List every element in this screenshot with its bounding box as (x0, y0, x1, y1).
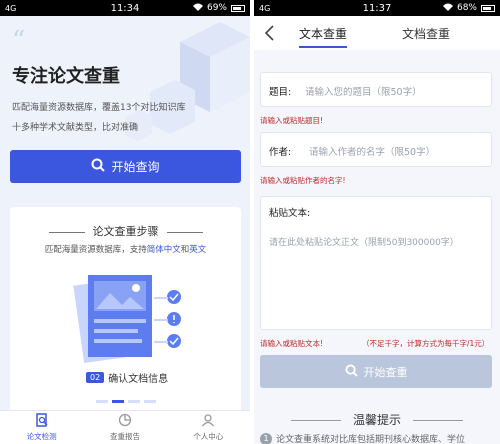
status-bar: 4G 11:37 68% (254, 0, 500, 16)
carousel-dot-active[interactable] (112, 400, 124, 403)
carousel-indicator[interactable] (96, 400, 156, 403)
title-field[interactable]: 题目: 请输入您的题目（限50字） (260, 72, 492, 107)
search-icon (344, 363, 358, 380)
step-label: 确认文档信息 (108, 374, 169, 385)
step-number-badge: 02 (86, 372, 105, 383)
tips-title: 温馨提示 (254, 411, 500, 428)
text-input[interactable]: 请在此处粘贴论文正文（限制50到300000字） (269, 235, 459, 248)
carousel-dot[interactable] (128, 400, 140, 403)
author-error: 请输入或粘贴作者的名字! (260, 176, 346, 185)
text-error: 请输入或粘贴文本! (260, 339, 324, 348)
status-time: 11:34 (110, 2, 140, 14)
tip-number: 1 (260, 432, 272, 444)
quote-mark-icon: “ (12, 26, 26, 56)
tip-text: 论文查重系统对比库包括期刊核心数据库、学位 (276, 435, 466, 444)
document-search-icon (35, 413, 49, 429)
tip-item: 1 论文查重系统对比库包括期刊核心数据库、学位 (260, 432, 500, 444)
page-title: 专注论文查重 (12, 66, 120, 87)
title-label: 题目: (269, 87, 292, 98)
author-field[interactable]: 作者: 请输入作者的名字（限50字） (260, 132, 492, 167)
carousel-dot[interactable] (144, 400, 156, 403)
top-navigation: 文本查重 文档查重 (254, 16, 500, 50)
status-time: 11:37 (362, 2, 392, 14)
author-input[interactable]: 请输入作者的名字（限50字） (309, 144, 435, 158)
battery-icon (481, 4, 495, 12)
right-screen: 4G 11:37 68% 文本查重 文档查重 题目: 请输入您的题目（限50字）… (254, 0, 500, 444)
title-input[interactable]: 请输入您的题目（限50字） (305, 84, 422, 98)
battery-icon (231, 4, 245, 12)
user-icon (201, 413, 215, 429)
left-screen: 4G 11:34 69% “ 专注论文查重 匹配海量资源数据库，覆盖13个对比知… (0, 0, 250, 444)
current-step: 02 确认文档信息 (86, 370, 168, 385)
tab-profile[interactable]: 个人中心 (167, 411, 250, 444)
title-error: 请输入或粘贴题目! (260, 116, 324, 125)
tab-report[interactable]: 查重报告 (83, 411, 166, 444)
pricing-note: （不足千字，计算方式为每千字/1元） (362, 339, 490, 348)
carousel-dot[interactable] (96, 400, 108, 403)
bottom-tab-bar: 论文检测 查重报告 个人中心 (0, 410, 250, 444)
steps-card-title: 论文查重步骤 (10, 223, 241, 239)
report-chart-icon (118, 413, 132, 429)
text-field[interactable]: 粘贴文本: 请在此处粘贴论文正文（限制50到300000字） (260, 196, 492, 330)
search-icon (91, 158, 106, 175)
status-bar: 4G 11:34 69% (0, 0, 250, 16)
steps-card-description: 匹配海量资源数据库，支持简体中文和英文 (44, 245, 207, 255)
tab-text-check[interactable]: 文本查重 (299, 25, 348, 48)
tab-document-check[interactable]: 文档查重 (402, 25, 450, 42)
text-label: 粘贴文本: (269, 208, 311, 219)
page-description: 匹配海量资源数据库，覆盖13个对比知识库 十多种学术文献类型，比对准确 (12, 103, 186, 133)
steps-card: 论文查重步骤 匹配海量资源数据库，支持简体中文和英文 02 确认文档信息 (10, 207, 241, 427)
author-label: 作者: (269, 147, 292, 158)
back-arrow-icon[interactable] (262, 24, 278, 42)
tab-paper-check[interactable]: 论文检测 (0, 411, 83, 444)
start-query-button[interactable]: 开始查询 (10, 150, 241, 183)
document-illustration-icon (73, 275, 181, 364)
start-check-button[interactable]: 开始查重 (260, 355, 492, 388)
